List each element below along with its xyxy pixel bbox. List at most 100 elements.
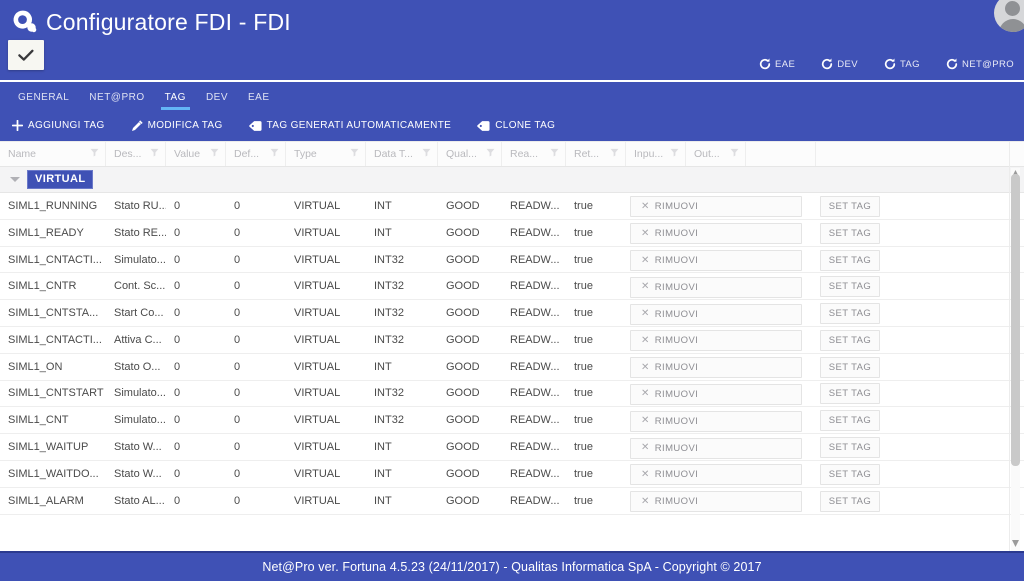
tab-netatpro[interactable]: NET@PRO (79, 92, 154, 110)
filter-icon[interactable] (270, 148, 279, 160)
grid-column-header-des[interactable]: Des... (106, 142, 166, 166)
grid-column-header-type[interactable]: Type (286, 142, 366, 166)
set-tag-button[interactable]: SET TAG (820, 383, 880, 405)
table-row[interactable]: SIML1_CNT Simulato... 0 0 VIRTUAL INT32 GOOD RE… (0, 407, 1024, 435)
table-row[interactable]: SIML1_ON Stato O... 0 0 VIRTUAL INT GOOD READW.… (0, 353, 1024, 381)
cell-quality: GOOD (446, 360, 480, 373)
tab-eae[interactable]: EAE (238, 92, 280, 110)
table-row[interactable]: SIML1_RUNNING Stato RU... 0 0 VIRTUAL INT GOOD… (0, 193, 1024, 220)
set-tag-label: SET TAG (828, 361, 872, 373)
remove-tag-button[interactable]: ✕ RIMUOVI (630, 437, 802, 459)
set-tag-button[interactable]: SET TAG (820, 222, 880, 244)
grid-vertical-scrollbar[interactable] (1011, 168, 1020, 551)
cell-remove-action: ✕ RIMUOVI (626, 327, 816, 353)
table-row[interactable]: SIML1_CNTSTART Simulato... 0 0 VIRTUAL INT32 G… (0, 380, 1024, 408)
grid-column-header-def[interactable]: Def... (226, 142, 286, 166)
remove-tag-button[interactable]: ✕ RIMUOVI (630, 464, 802, 486)
cell-ret: true (574, 333, 593, 346)
filter-icon[interactable] (730, 148, 739, 160)
table-row[interactable]: SIML1_READY Stato RE... 0 0 VIRTUAL INT GOOD RE… (0, 219, 1024, 247)
grid-right-divider (1009, 141, 1010, 551)
cell-value: 0 (174, 307, 181, 320)
close-x-icon: ✕ (641, 442, 650, 454)
confirm-button[interactable] (8, 40, 44, 70)
remove-tag-button[interactable]: ✕ RIMUOVI (630, 410, 802, 432)
remove-tag-button[interactable]: ✕ RIMUOVI (630, 330, 802, 352)
app-header-bar: Configuratore FDI - FDI EAE DEV TAG NET@… (0, 0, 1024, 80)
table-row[interactable]: SIML1_CNTR Cont. Sc... 0 0 VIRTUAL INT32 GOOD R… (0, 273, 1024, 301)
clone-tag-button[interactable]: CLONE TAG (477, 118, 555, 134)
auto-generated-tags-button[interactable]: TAG GENERATI AUTOMATICAMENTE (248, 118, 452, 134)
set-tag-button[interactable]: SET TAG (820, 303, 880, 325)
set-tag-button[interactable]: SET TAG (820, 195, 880, 217)
filter-icon[interactable] (550, 148, 559, 160)
grid-column-header-qual[interactable]: Qual... (438, 142, 502, 166)
remove-tag-button[interactable]: ✕ RIMUOVI (630, 223, 802, 245)
table-row[interactable]: SIML1_WAITDO... Stato W... 0 0 VIRTUAL INT GOO… (0, 460, 1024, 488)
grid-column-header-out[interactable]: Out... (686, 142, 746, 166)
cell-data_type: INT32 (374, 387, 404, 400)
remove-tag-button[interactable]: ✕ RIMUOVI (630, 357, 802, 379)
cell-set-tag-action: SET TAG (816, 407, 1010, 433)
filter-icon[interactable] (350, 148, 359, 160)
table-row[interactable]: SIML1_CNTACTI... Simulato... 0 0 VIRTUAL INT3… (0, 246, 1024, 274)
remove-tag-label: RIMUOVI (654, 281, 699, 293)
table-row[interactable]: SIML1_ALARM Stato AL... 0 0 VIRTUAL INT GOOD RE… (0, 487, 1024, 515)
remove-tag-button[interactable]: ✕ RIMUOVI (630, 383, 802, 405)
remove-tag-label: RIMUOVI (654, 308, 699, 320)
set-tag-button[interactable]: SET TAG (820, 463, 880, 485)
grid-column-header-inpu[interactable]: Inpu... (626, 142, 686, 166)
filter-icon[interactable] (422, 148, 431, 160)
filter-icon[interactable] (210, 148, 219, 160)
filter-icon[interactable] (670, 148, 679, 160)
add-tag-button[interactable]: AGGIUNGI TAG (12, 118, 105, 133)
grid-column-header-datat[interactable]: Data T... (366, 142, 438, 166)
table-row[interactable]: SIML1_WAITUP Stato W... 0 0 VIRTUAL INT GOOD RE… (0, 434, 1024, 461)
group-badge-label[interactable]: VIRTUAL (27, 170, 94, 189)
grid-column-header-name[interactable]: Name (0, 142, 106, 166)
close-x-icon: ✕ (641, 495, 650, 507)
cell-quality: GOOD (446, 307, 480, 320)
refresh-tag-button[interactable]: TAG (882, 56, 922, 72)
set-tag-button[interactable]: SET TAG (820, 276, 880, 298)
grid-group-row-virtual[interactable]: VIRTUAL (0, 167, 1024, 193)
set-tag-button[interactable]: SET TAG (820, 410, 880, 432)
remove-tag-button[interactable]: ✕ RIMUOVI (630, 196, 802, 218)
cell-value: 0 (174, 414, 181, 427)
caret-down-icon[interactable] (10, 177, 20, 182)
grid-column-header-ret[interactable]: Ret... (566, 142, 626, 166)
refresh-eae-button[interactable]: EAE (757, 56, 797, 72)
cell-name: SIML1_CNTSTART (8, 387, 104, 400)
cell-ret: true (574, 414, 593, 427)
scrollbar-thumb[interactable] (1011, 174, 1020, 466)
remove-tag-button[interactable]: ✕ RIMUOVI (630, 250, 802, 271)
refresh-netatpro-button[interactable]: NET@PRO (944, 56, 1016, 72)
filter-icon[interactable] (610, 148, 619, 160)
filter-icon[interactable] (150, 148, 159, 160)
remove-tag-button[interactable]: ✕ RIMUOVI (630, 491, 802, 513)
close-x-icon: ✕ (641, 334, 650, 346)
grid-column-header-value[interactable]: Value (166, 142, 226, 166)
plus-icon (12, 120, 23, 131)
set-tag-button[interactable]: SET TAG (820, 437, 880, 459)
set-tag-label: SET TAG (828, 442, 872, 454)
set-tag-button[interactable]: SET TAG (820, 490, 880, 512)
filter-icon[interactable] (486, 148, 495, 160)
tab-general[interactable]: GENERAL (8, 92, 79, 110)
tag-grid: Name Des... Value Def... Type Data T... Qual..… (0, 141, 1024, 551)
edit-tag-button[interactable]: MODIFICA TAG (131, 118, 223, 134)
set-tag-button[interactable]: SET TAG (820, 329, 880, 351)
remove-tag-button[interactable]: ✕ RIMUOVI (630, 303, 802, 325)
tab-dev[interactable]: DEV (196, 92, 238, 110)
cell-data_type: INT32 (374, 280, 404, 293)
set-tag-button[interactable]: SET TAG (820, 356, 880, 378)
table-row[interactable]: SIML1_CNTACTI... Attiva C... 0 0 VIRTUAL INT3… (0, 326, 1024, 354)
tab-tag[interactable]: TAG (155, 92, 196, 110)
filter-icon[interactable] (90, 148, 99, 160)
table-row[interactable]: SIML1_CNTSTA... Start Co... 0 0 VIRTUAL INT32… (0, 300, 1024, 327)
refresh-dev-button[interactable]: DEV (819, 56, 860, 72)
cell-def: 0 (234, 467, 241, 480)
remove-tag-button[interactable]: ✕ RIMUOVI (630, 276, 802, 298)
grid-column-header-rea[interactable]: Rea... (502, 142, 566, 166)
set-tag-button[interactable]: SET TAG (820, 249, 880, 271)
